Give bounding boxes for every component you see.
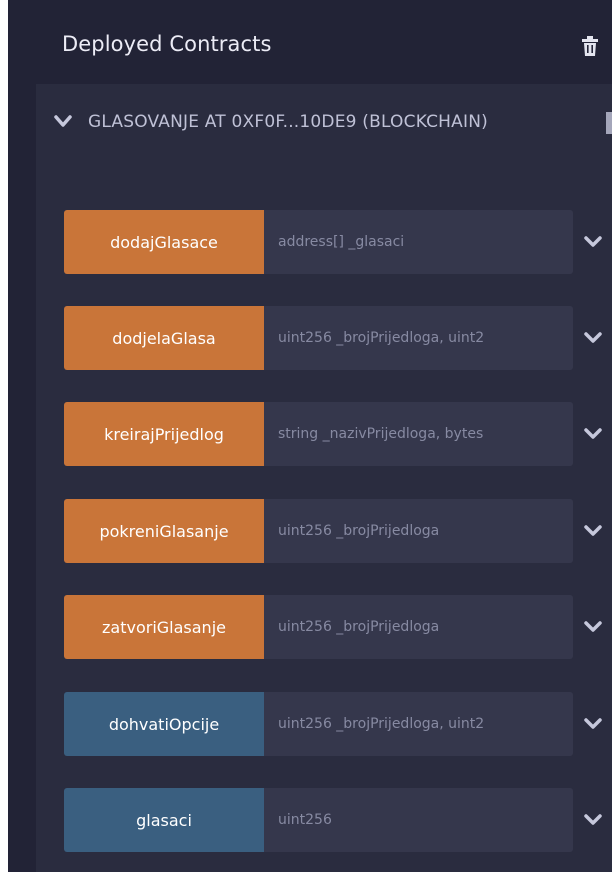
instance-edge-tab [606,112,612,134]
trash-icon[interactable] [582,36,598,56]
function-row: dodjelaGlasa uint256 _brojPrijedloga, uin… [64,306,612,370]
chevron-down-icon[interactable] [584,235,602,249]
function-args-input[interactable]: uint256 [264,788,573,852]
chevron-down-icon[interactable] [584,717,602,731]
function-button-glasaci[interactable]: glasaci [64,788,264,852]
function-row: kreirajPrijedlog string _nazivPrijedloga,… [64,402,612,466]
deployed-contracts-panel: Deployed Contracts GLASOVANJE AT 0XF0F..… [8,0,612,872]
function-row: zatvoriGlasanje uint256 _brojPrijedloga [64,595,612,659]
chevron-down-icon[interactable] [54,115,72,129]
function-args-input[interactable]: uint256 _brojPrijedloga [264,595,573,659]
chevron-down-icon[interactable] [584,524,602,538]
panel-header: Deployed Contracts [8,0,612,82]
chevron-down-icon[interactable] [584,813,602,827]
function-row: pokreniGlasanje uint256 _brojPrijedloga [64,499,612,563]
function-args-input[interactable]: string _nazivPrijedloga, bytes [264,402,573,466]
function-args-input[interactable]: uint256 _brojPrijedloga, uint2 [264,692,573,756]
instance-title: GLASOVANJE AT 0XF0F...10DE9 (BLOCKCHAIN) [88,112,488,132]
function-row: glasaci uint256 [64,788,612,852]
function-row: dohvatiOpcije uint256 _brojPrijedloga, ui… [64,692,612,756]
instance-header[interactable]: GLASOVANJE AT 0XF0F...10DE9 (BLOCKCHAIN) [36,84,612,164]
function-row: dodajGlasace address[] _glasaci [64,210,612,274]
chevron-down-icon[interactable] [584,620,602,634]
function-args-input[interactable]: address[] _glasaci [264,210,573,274]
contract-instance: GLASOVANJE AT 0XF0F...10DE9 (BLOCKCHAIN)… [36,84,612,872]
function-button-zatvoriGlasanje[interactable]: zatvoriGlasanje [64,595,264,659]
function-button-dohvatiOpcije[interactable]: dohvatiOpcije [64,692,264,756]
function-button-kreirajPrijedlog[interactable]: kreirajPrijedlog [64,402,264,466]
chevron-down-icon[interactable] [584,331,602,345]
function-button-dodjelaGlasa[interactable]: dodjelaGlasa [64,306,264,370]
panel-title: Deployed Contracts [62,32,272,56]
function-args-input[interactable]: uint256 _brojPrijedloga, uint2 [264,306,573,370]
function-button-dodajGlasace[interactable]: dodajGlasace [64,210,264,274]
chevron-down-icon[interactable] [584,427,602,441]
function-args-input[interactable]: uint256 _brojPrijedloga [264,499,573,563]
function-button-pokreniGlasanje[interactable]: pokreniGlasanje [64,499,264,563]
